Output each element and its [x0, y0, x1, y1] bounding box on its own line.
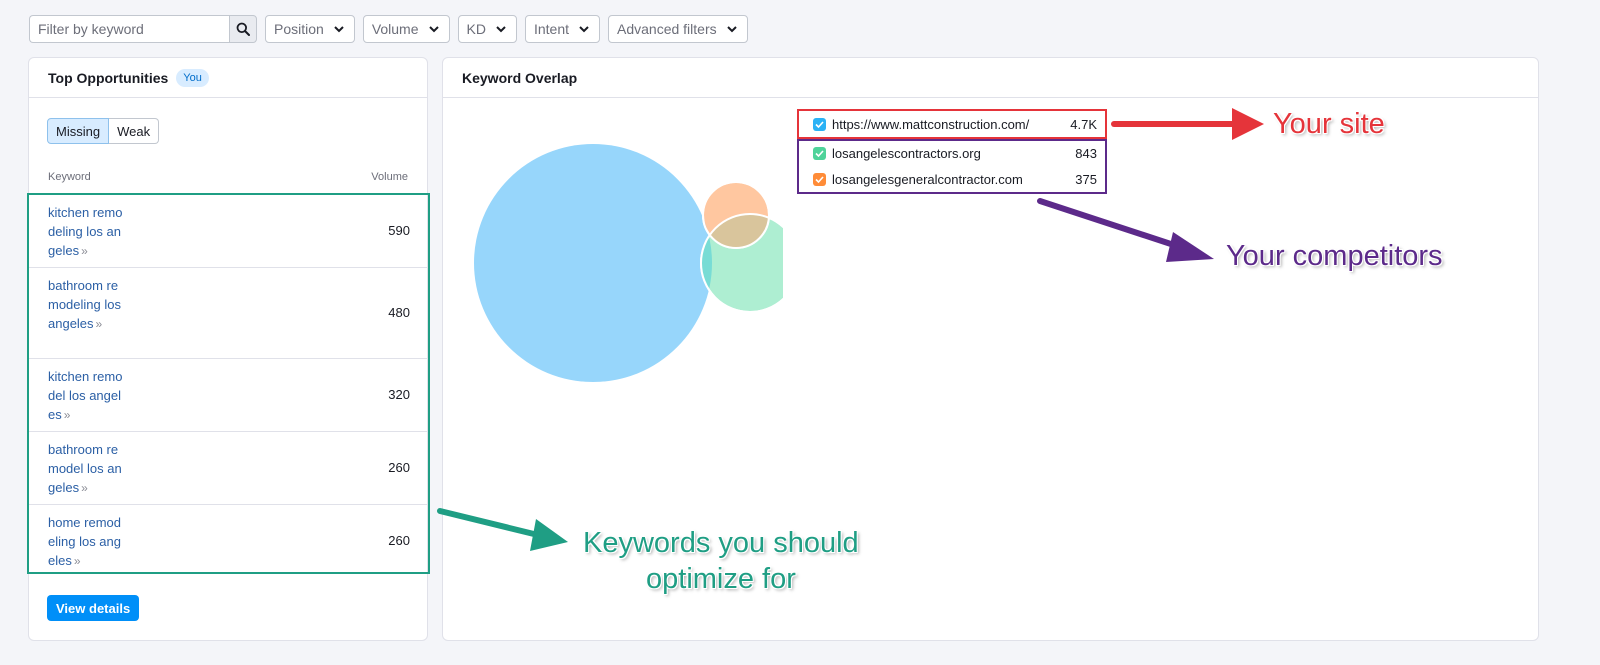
your-site-highlight-box [797, 109, 1107, 139]
weak-tab[interactable]: Weak [109, 118, 160, 144]
chevron-down-icon [496, 26, 506, 33]
position-dropdown[interactable]: Position [265, 15, 355, 43]
chevron-down-icon [579, 26, 589, 33]
kd-dropdown[interactable]: KD [457, 15, 517, 43]
competitors-highlight-box [797, 139, 1107, 194]
filter-bar: Position Volume KD Intent Advanced filte… [29, 15, 748, 43]
intent-dropdown-label: Intent [533, 21, 569, 37]
top-opportunities-title: Top Opportunities [48, 69, 169, 86]
keywords-highlight-box [27, 193, 430, 574]
your-site-annotation: Your site [1273, 108, 1385, 140]
you-badge: You [176, 68, 209, 87]
chevron-down-icon [428, 26, 439, 33]
keywords-annotation-line1: Keywords you should [583, 527, 859, 559]
keyword-overlap-title: Keyword Overlap [462, 69, 578, 86]
kd-dropdown-label: KD [466, 21, 486, 37]
search-button[interactable] [229, 15, 257, 43]
keyword-filter [29, 15, 257, 43]
keyword-column-header: Keyword [48, 171, 91, 183]
intent-dropdown[interactable]: Intent [524, 15, 600, 43]
keyword-filter-input[interactable] [29, 15, 229, 43]
chevron-down-icon [334, 26, 344, 33]
keyword-overlap-header: Keyword Overlap [443, 58, 1538, 98]
missing-weak-toggle: Missing Weak [47, 118, 160, 144]
missing-tab[interactable]: Missing [47, 118, 110, 144]
top-opportunities-header: Top Opportunities You [29, 58, 427, 98]
venn-circle-your-site[interactable] [474, 144, 712, 382]
your-competitors-annotation: Your competitors [1226, 240, 1443, 272]
position-dropdown-label: Position [274, 21, 324, 37]
search-icon [236, 22, 250, 36]
chevron-down-icon [726, 26, 737, 33]
volume-dropdown[interactable]: Volume [362, 15, 450, 43]
advanced-filters-label: Advanced filters [617, 21, 717, 37]
advanced-filters-dropdown[interactable]: Advanced filters [608, 15, 748, 43]
view-details-button[interactable]: View details [47, 595, 140, 621]
volume-dropdown-label: Volume [371, 21, 419, 37]
keywords-annotation-line2: optimize for [646, 563, 796, 595]
volume-column-header: Volume [371, 171, 408, 183]
venn-diagram [474, 144, 783, 382]
